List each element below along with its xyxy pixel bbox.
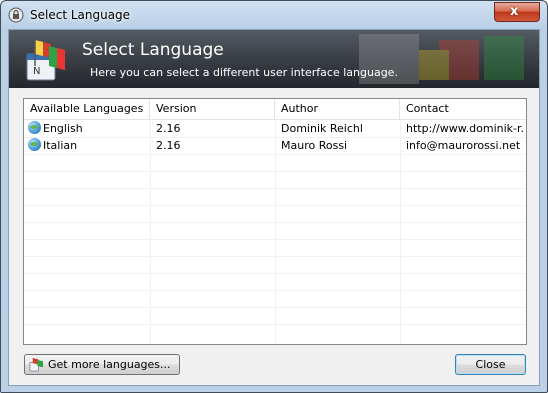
author-cell: Mauro Rossi <box>281 139 348 152</box>
column-header-contact[interactable]: Contact <box>400 99 526 119</box>
dialog-window: Select Language x N Select Language Here… <box>0 0 548 393</box>
languages-list[interactable]: Available Languages Version Author Conta… <box>23 98 527 345</box>
grid-line <box>24 154 526 155</box>
close-icon: x <box>510 4 519 19</box>
language-cell: English <box>28 120 148 137</box>
column-header-language[interactable]: Available Languages <box>24 99 150 119</box>
banner: N Select Language Here you can select a … <box>9 30 539 88</box>
dialog-client: N Select Language Here you can select a … <box>8 29 540 386</box>
column-header-author[interactable]: Author <box>275 99 400 119</box>
grid-line <box>24 205 526 206</box>
language-name: English <box>43 122 83 135</box>
author-cell: Dominik Reichl <box>281 122 363 135</box>
language-cell: Italian <box>28 137 148 154</box>
grid-line <box>24 256 526 257</box>
banner-subtitle: Here you can select a different user int… <box>90 66 398 79</box>
lock-icon <box>8 7 24 23</box>
window-title: Select Language <box>30 8 131 22</box>
version-cell: 2.16 <box>156 122 181 135</box>
window-close-button[interactable]: x <box>494 2 540 22</box>
svg-text:N: N <box>33 66 40 77</box>
grid-line <box>24 307 526 308</box>
get-more-languages-button[interactable]: Get more languages... <box>24 354 180 375</box>
close-button[interactable]: Close <box>455 354 526 375</box>
title-bar[interactable]: Select Language x <box>1 1 547 29</box>
grid-line <box>24 222 526 223</box>
grid-line <box>24 188 526 189</box>
contact-cell: http://www.dominik-r... <box>406 122 524 135</box>
version-cell: 2.16 <box>156 139 181 152</box>
grid-line <box>24 239 526 240</box>
language-name: Italian <box>43 139 78 152</box>
flags-notepad-icon: N <box>26 40 65 81</box>
globe-icon <box>28 121 41 134</box>
banner-title: Select Language <box>82 40 224 60</box>
banner-decoration <box>359 34 524 84</box>
column-header-version[interactable]: Version <box>150 99 275 119</box>
grid-line <box>24 290 526 291</box>
get-more-languages-label: Get more languages... <box>48 358 171 371</box>
grid-line <box>24 171 526 172</box>
contact-cell: info@maurorossi.net <box>406 139 521 152</box>
globe-icon <box>28 138 41 151</box>
table-row[interactable]: English 2.16 Dominik Reichl http://www.d… <box>24 120 526 137</box>
list-header: Available Languages Version Author Conta… <box>24 99 526 120</box>
grid-line <box>24 273 526 274</box>
grid-line <box>24 324 526 325</box>
flags-notepad-icon <box>29 357 44 372</box>
table-row[interactable]: Italian 2.16 Mauro Rossi info@maurorossi… <box>24 137 526 154</box>
